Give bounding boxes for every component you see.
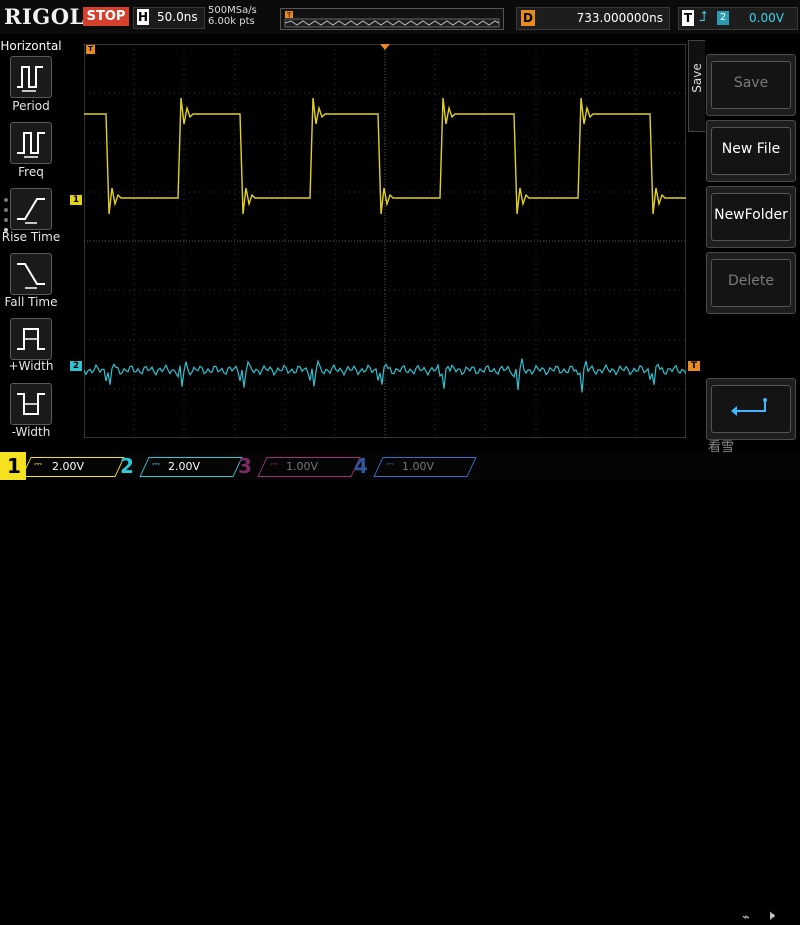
channel-2-scale: 2.00V	[168, 460, 201, 473]
top-status-bar: RIGOL STOP H 50.0ns 500MSa/s 6.00k pts T…	[0, 0, 800, 34]
channel-2-number: 2	[120, 454, 134, 478]
trigger-level: 0.00V	[749, 11, 784, 25]
sample-rate: 500MSa/s	[208, 5, 257, 16]
freq-icon	[17, 132, 45, 158]
dc-coupling-icon: ⎓	[386, 459, 394, 470]
pos-width-icon	[17, 328, 45, 350]
neg-width-icon	[17, 393, 45, 415]
svg-text:T: T	[286, 12, 292, 20]
waveform-grid	[83, 43, 687, 439]
delay-value: 733.000000ns	[576, 11, 663, 25]
dc-coupling-icon: ⎓	[152, 459, 160, 470]
new-folder-button[interactable]: NewFolder	[706, 186, 796, 248]
fall-time-label: Fall Time	[4, 295, 58, 309]
save-menu-tab: Save	[688, 40, 705, 132]
run-stop-indicator[interactable]: STOP	[83, 7, 129, 26]
fall-time-icon	[17, 263, 45, 289]
rise-time-icon	[17, 198, 45, 224]
waveform-display[interactable]	[83, 43, 687, 439]
trigger-source: 2	[717, 11, 729, 25]
channel-bar: 1 ⎓ 2.00V 2 ⎓ 2.00V 3 ⎓ 1.00V 4 ⎓ 1.00V …	[0, 452, 800, 925]
freq-button[interactable]	[10, 122, 52, 164]
usb-icon: ⌁	[742, 910, 750, 925]
memory-depth: 6.00k pts	[208, 16, 255, 27]
page-dot	[4, 218, 8, 222]
page-dot	[4, 208, 8, 212]
new-file-button[interactable]: New File	[706, 120, 796, 182]
acquisition-info: 500MSa/s 6.00k pts	[208, 5, 257, 27]
horizontal-measure-menu: Horizontal Period Freq Rise Time Fall Ti…	[0, 38, 62, 450]
channel-2-indicator[interactable]: 2 ⎓ 2.00V	[118, 454, 243, 478]
neg-width-label: -Width	[11, 425, 51, 439]
fall-time-button[interactable]	[10, 253, 52, 295]
timebase-box[interactable]: H 50.0ns	[133, 7, 205, 29]
channel-1-indicator[interactable]: 1 ⎓ 2.00V	[0, 452, 125, 480]
pos-width-button[interactable]	[10, 318, 52, 360]
position-overview: T	[284, 11, 500, 28]
brand-logo: RIGOL	[4, 4, 85, 29]
delay-box[interactable]: D 733.000000ns	[516, 7, 670, 30]
rise-time-button[interactable]	[10, 188, 52, 230]
freq-label: Freq	[18, 165, 44, 179]
period-icon	[17, 66, 43, 92]
channel-4-scale: 1.00V	[402, 460, 435, 473]
dc-coupling-icon: ⎓	[34, 459, 42, 470]
save-button[interactable]: Save	[706, 54, 796, 116]
trigger-letter: T	[682, 10, 694, 26]
channel-3-number: 3	[238, 454, 252, 478]
channel-3-scale: 1.00V	[286, 460, 319, 473]
channel-1-scale: 2.00V	[52, 460, 85, 473]
enter-button[interactable]	[706, 378, 796, 440]
trigger-box[interactable]: T ⮥ 2 0.00V	[678, 7, 798, 30]
speaker-mute-icon[interactable]: 🕨	[766, 908, 775, 924]
rise-time-label: Rise Time	[1, 230, 61, 244]
channel-4-indicator[interactable]: 4 ⎓ 1.00V	[352, 454, 477, 478]
timebase-letter: H	[137, 9, 149, 25]
pos-width-label: +Width	[8, 359, 54, 373]
period-label: Period	[12, 99, 50, 113]
rising-edge-icon: ⮥	[699, 9, 708, 25]
save-menu: Save Save New File NewFolder Delete	[688, 40, 800, 440]
channel-3-indicator[interactable]: 3 ⎓ 1.00V	[236, 454, 361, 478]
neg-width-button[interactable]	[10, 383, 52, 425]
trigger-marker-topleft: T	[86, 45, 95, 54]
timebase-scale: 50.0ns	[157, 10, 198, 24]
channel-4-number: 4	[354, 454, 368, 478]
ch2-marker[interactable]: 2	[70, 361, 82, 371]
delete-button[interactable]: Delete	[706, 252, 796, 314]
menu-title: Horizontal	[0, 39, 62, 53]
page-dot	[4, 198, 8, 202]
enter-icon	[731, 398, 767, 416]
dc-coupling-icon: ⎓	[270, 459, 278, 470]
channel-1-number: 1	[7, 454, 21, 478]
waveform-position-bar[interactable]: T	[280, 8, 504, 30]
period-button[interactable]	[10, 56, 52, 98]
ch1-marker[interactable]: 1	[70, 195, 82, 205]
